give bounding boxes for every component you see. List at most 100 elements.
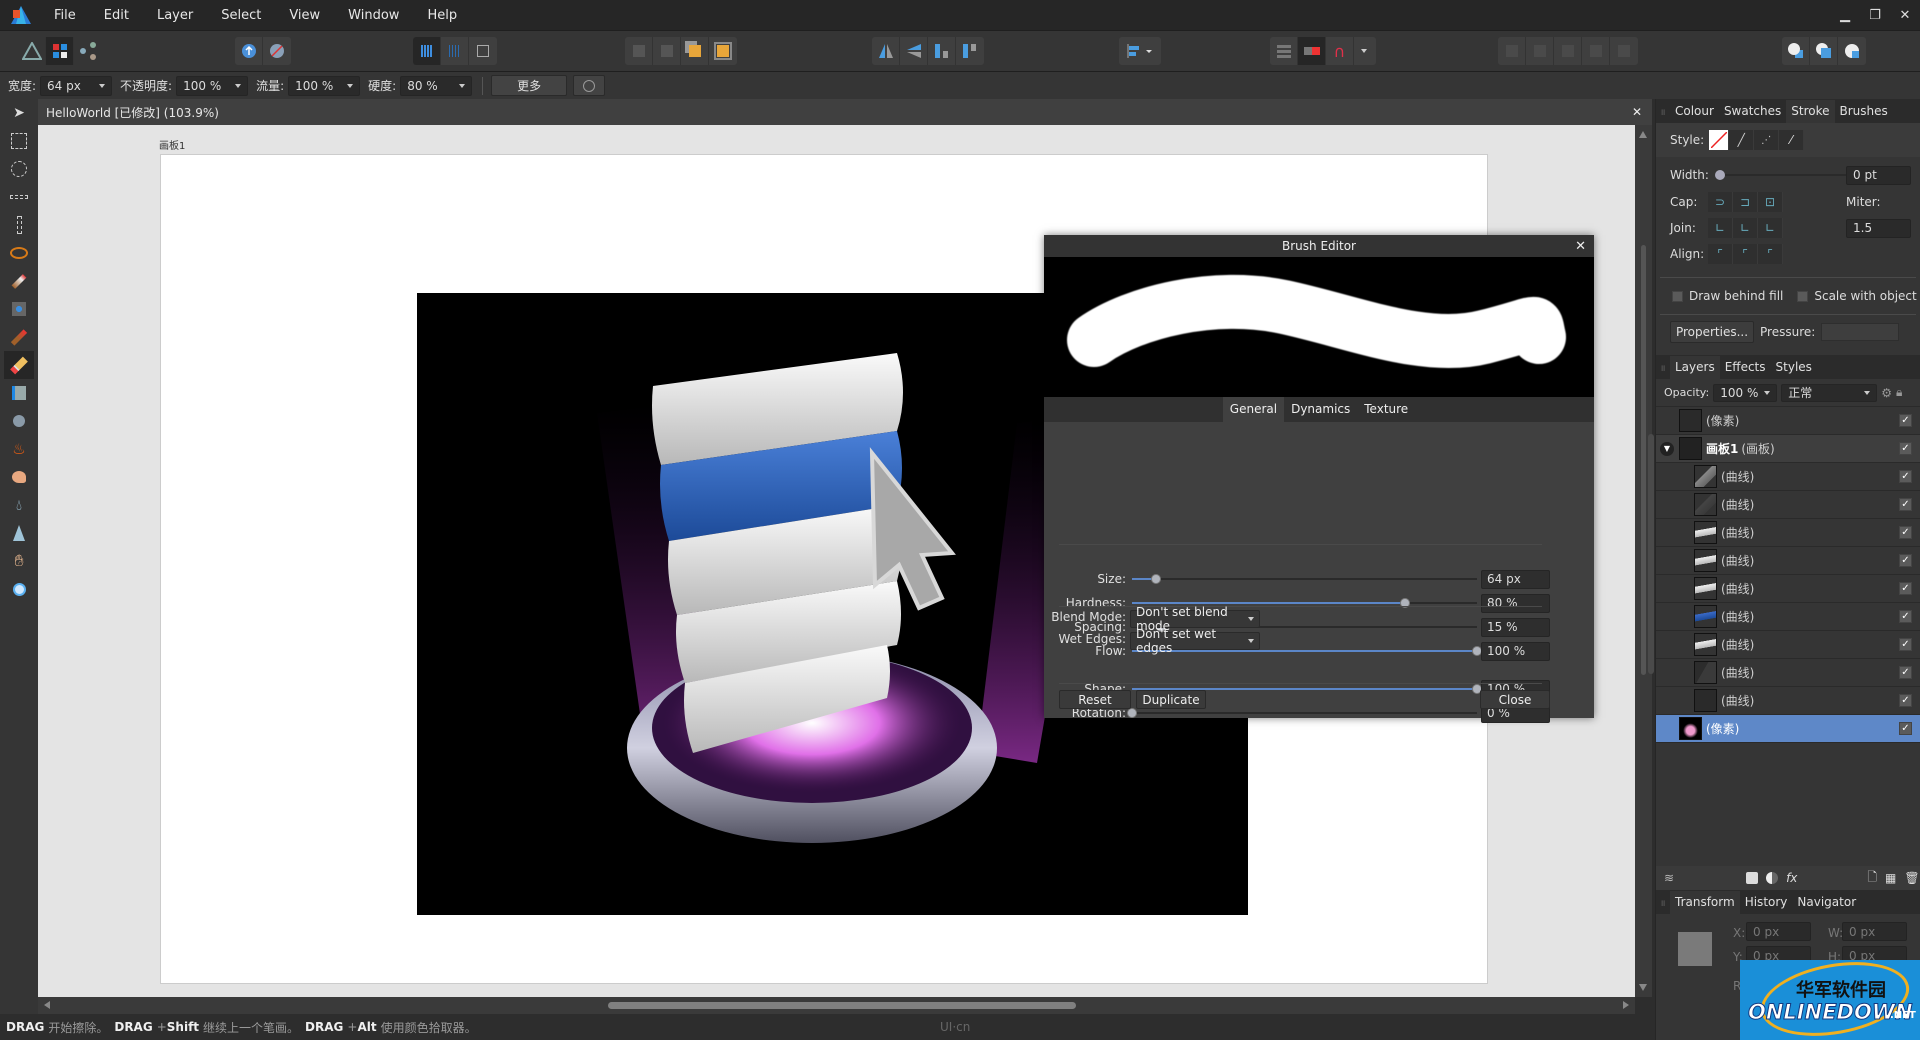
- opacity-dropdown[interactable]: 100 %: [176, 75, 249, 96]
- horizontal-scroll-thumb[interactable]: [608, 1002, 1076, 1009]
- move-back-one-button[interactable]: [653, 37, 681, 65]
- snapping-button[interactable]: ∩: [1326, 37, 1354, 65]
- pop-button[interactable]: [263, 37, 291, 65]
- layer-row[interactable]: (曲线) ✓: [1656, 547, 1920, 575]
- layer-row[interactable]: (像素) ✓: [1656, 407, 1920, 435]
- butt-cap-button[interactable]: ⊃: [1708, 192, 1733, 212]
- insert-top-button[interactable]: [1810, 37, 1838, 65]
- close-dialog-icon[interactable]: ✕: [1575, 239, 1586, 254]
- align-inside-button[interactable]: ⌜: [1708, 244, 1733, 264]
- tab-swatches[interactable]: Swatches: [1719, 100, 1786, 123]
- layer-row[interactable]: (曲线) ✓: [1656, 519, 1920, 547]
- tab-colour[interactable]: Colour: [1670, 100, 1719, 123]
- horizontal-scrollbar[interactable]: [38, 997, 1635, 1014]
- visibility-checkbox[interactable]: ✓: [1899, 610, 1912, 623]
- anchor-selector[interactable]: [1678, 932, 1712, 966]
- pressure-curve[interactable]: [1821, 323, 1900, 341]
- tab-styles[interactable]: Styles: [1771, 356, 1817, 379]
- xor-button[interactable]: [1582, 37, 1610, 65]
- export-persona-button[interactable]: [74, 37, 102, 65]
- round-cap-button[interactable]: ⊐: [1733, 192, 1758, 212]
- add-button[interactable]: [1498, 37, 1526, 65]
- layers-scrollbar[interactable]: [1648, 434, 1654, 674]
- align-outside-button[interactable]: ⌜: [1758, 244, 1783, 264]
- smudge-tool[interactable]: [0, 463, 38, 491]
- visibility-checkbox[interactable]: ✓: [1899, 554, 1912, 567]
- layers-stack-icon[interactable]: ≋: [1664, 871, 1674, 885]
- wet-edges-dropdown[interactable]: Don't set wet edges: [1130, 627, 1260, 655]
- slider-track[interactable]: [1127, 708, 1477, 718]
- tab-brushes[interactable]: Brushes: [1835, 100, 1893, 123]
- scroll-left-icon[interactable]: [44, 1001, 50, 1009]
- visibility-checkbox[interactable]: ✓: [1899, 498, 1912, 511]
- blend-mode-dropdown[interactable]: Don't set blend mode: [1130, 605, 1260, 633]
- miter-join-button[interactable]: ∟: [1708, 218, 1733, 238]
- designer-persona-button[interactable]: [18, 37, 46, 65]
- layer-row[interactable]: (像素) ✓: [1656, 715, 1920, 743]
- burn-tool[interactable]: ♨: [0, 435, 38, 463]
- dashed-line-button[interactable]: ⋰: [1754, 130, 1780, 150]
- align-dropdown-button[interactable]: [1119, 37, 1161, 65]
- texture-line-button[interactable]: ⁄: [1779, 130, 1805, 150]
- layer-row[interactable]: (曲线) ✓: [1656, 687, 1920, 715]
- erase-brush-tool[interactable]: [4, 351, 34, 379]
- rotate-right-button[interactable]: [956, 37, 984, 65]
- menu-view[interactable]: View: [289, 8, 320, 23]
- draw-behind-fill-checkbox[interactable]: [1672, 290, 1683, 302]
- lock-icon[interactable]: 🔒︎: [1896, 385, 1902, 400]
- duplicate-button[interactable]: Duplicate: [1136, 690, 1206, 709]
- properties-button[interactable]: Properties...: [1670, 321, 1754, 343]
- more-button[interactable]: 更多: [491, 75, 568, 96]
- wet-edges-button[interactable]: [573, 75, 606, 96]
- tab-effects[interactable]: Effects: [1720, 356, 1771, 379]
- slider-value-field[interactable]: 80 %: [1481, 593, 1550, 613]
- lasso-tool[interactable]: [0, 239, 38, 267]
- square-cap-button[interactable]: ⊡: [1758, 192, 1783, 212]
- bevel-join-button[interactable]: ∟: [1758, 218, 1783, 238]
- trash-icon[interactable]: 🗑︎: [1904, 871, 1919, 885]
- grid-button[interactable]: [1270, 37, 1298, 65]
- intersect-button[interactable]: [1554, 37, 1582, 65]
- slider-knob[interactable]: [1714, 170, 1725, 180]
- tab-texture[interactable]: Texture: [1357, 397, 1415, 422]
- layer-row[interactable]: (曲线) ✓: [1656, 575, 1920, 603]
- move-tool[interactable]: ➤: [0, 99, 38, 127]
- layer-row[interactable]: (曲线) ✓: [1656, 603, 1920, 631]
- reset-button[interactable]: Reset: [1059, 690, 1131, 709]
- menu-file[interactable]: File: [54, 8, 76, 23]
- close-document-button[interactable]: ✕: [1632, 105, 1642, 119]
- fx-icon[interactable]: fx: [1786, 871, 1797, 885]
- width-dropdown[interactable]: 64 px: [40, 75, 113, 96]
- visibility-checkbox[interactable]: ✓: [1899, 470, 1912, 483]
- slider-value-field[interactable]: 15 %: [1481, 617, 1550, 637]
- menu-layer[interactable]: Layer: [157, 8, 193, 23]
- divide-button[interactable]: [1610, 37, 1638, 65]
- move-to-back-button[interactable]: [625, 37, 653, 65]
- layer-row[interactable]: (曲线) ✓: [1656, 631, 1920, 659]
- slider-value-field[interactable]: 64 px: [1481, 569, 1550, 589]
- tab-layers[interactable]: Layers: [1670, 356, 1720, 379]
- insert-inside-button[interactable]: [1838, 37, 1866, 65]
- tab-history[interactable]: History: [1740, 891, 1793, 914]
- adjustment-icon[interactable]: [1766, 872, 1779, 884]
- ellipse-marquee-tool[interactable]: [0, 155, 38, 183]
- rotate-left-button[interactable]: [928, 37, 956, 65]
- scroll-up-icon[interactable]: [1639, 131, 1647, 138]
- close-window-button[interactable]: ✕: [1890, 8, 1920, 23]
- width-slider[interactable]: [1714, 170, 1847, 180]
- visibility-checkbox[interactable]: ✓: [1899, 414, 1912, 427]
- scroll-down-icon[interactable]: [1639, 984, 1647, 991]
- visibility-checkbox[interactable]: ✓: [1899, 638, 1912, 651]
- zoom-tool[interactable]: [0, 575, 38, 603]
- visibility-checkbox[interactable]: ✓: [1899, 666, 1912, 679]
- insert-behind-button[interactable]: [1782, 37, 1810, 65]
- tab-transform[interactable]: Transform: [1670, 891, 1740, 914]
- dodge-tool[interactable]: [0, 407, 38, 435]
- visibility-checkbox[interactable]: ✓: [1899, 722, 1912, 735]
- solid-line-button[interactable]: ╱: [1729, 130, 1755, 150]
- round-join-button[interactable]: ∟: [1733, 218, 1758, 238]
- tab-general[interactable]: General: [1222, 397, 1285, 422]
- visibility-checkbox[interactable]: ✓: [1899, 442, 1912, 455]
- flip-vertical-button[interactable]: [900, 37, 928, 65]
- mask-icon[interactable]: [1746, 872, 1759, 884]
